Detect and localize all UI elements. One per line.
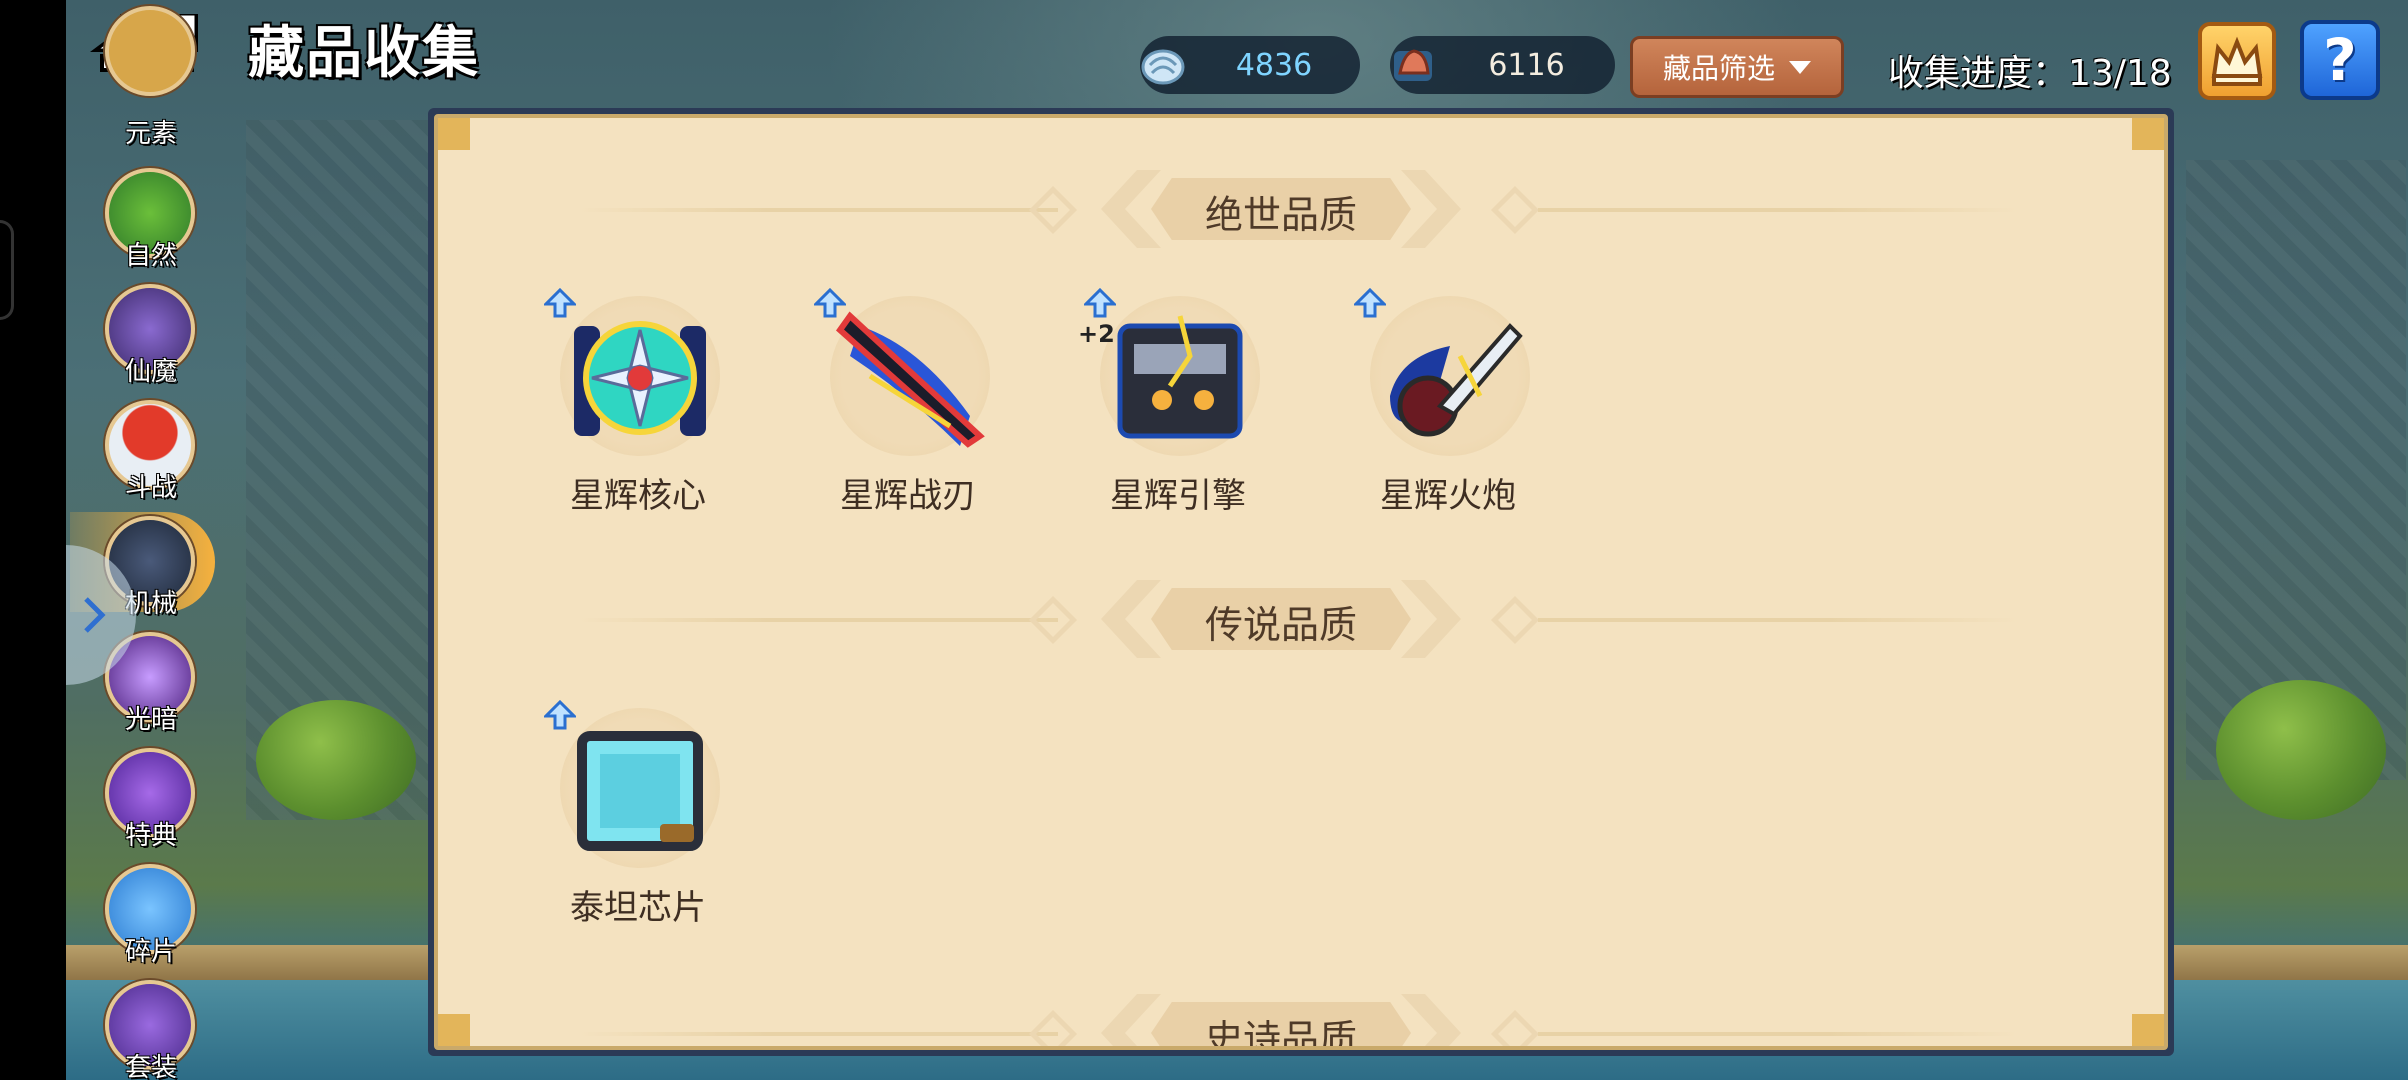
ore-currency-icon bbox=[1394, 49, 1432, 81]
item-name: 星辉引擎 bbox=[1110, 476, 1246, 516]
section-divider bbox=[1538, 208, 2018, 212]
sidebar-item-fragments[interactable]: 碎片 bbox=[103, 864, 199, 967]
sidebar-item-sets[interactable]: 套装 bbox=[103, 980, 199, 1080]
filter-label: 藏品筛选 bbox=[1662, 52, 1775, 85]
collection-progress: 收集进度：13/18 bbox=[1888, 53, 2172, 94]
upgrade-arrow-icon bbox=[814, 288, 846, 318]
collection-item[interactable]: 星辉火炮 bbox=[1348, 288, 1548, 518]
sidebar-item-label: 光暗 bbox=[124, 705, 177, 735]
panel-corner bbox=[2132, 118, 2164, 150]
section-divider bbox=[578, 618, 1058, 622]
section-title-peerless: 绝世品质 bbox=[1101, 170, 1461, 248]
collection-filter-dropdown[interactable]: 藏品筛选 bbox=[1630, 36, 1844, 98]
section-title-legendary: 传说品质 bbox=[1101, 580, 1461, 658]
sidebar-item-special[interactable]: 特典 bbox=[103, 748, 199, 851]
section-title-label: 史诗品质 bbox=[1204, 1017, 1357, 1050]
upgrade-arrow-icon bbox=[544, 700, 576, 730]
item-name: 星辉火炮 bbox=[1380, 476, 1516, 516]
panel-corner bbox=[438, 118, 470, 150]
sidebar-item-nature[interactable]: 自然 bbox=[103, 168, 199, 271]
sidebar-item-label: 碎片 bbox=[124, 937, 177, 967]
collection-item[interactable]: +2 星辉引擎 bbox=[1078, 288, 1278, 518]
section-title-epic: 史诗品质 bbox=[1101, 994, 1461, 1050]
sidebar-item-label: 自然 bbox=[124, 241, 177, 271]
sidebar-item-label: 特典 bbox=[124, 821, 177, 851]
sidebar-item-immortal-demon[interactable]: 仙魔 bbox=[103, 284, 199, 387]
sidebar-item-label: 元素 bbox=[124, 119, 177, 149]
collection-item[interactable]: 泰坦芯片 bbox=[538, 700, 738, 930]
ore-currency-value: 6116 bbox=[1488, 47, 1565, 83]
element-icon bbox=[105, 6, 195, 96]
divider-diamond bbox=[1028, 595, 1078, 645]
panel-corner bbox=[2132, 1014, 2164, 1046]
divider-diamond bbox=[1490, 595, 1540, 645]
divider-diamond bbox=[1490, 185, 1540, 235]
collection-panel: 绝世品质 星辉核心 星辉战刃 +2 星辉引擎 星辉火炮 传说品质 泰坦芯片 史诗… bbox=[428, 108, 2174, 1056]
screen-edge bbox=[0, 0, 66, 1080]
sidebar-item-label: 仙魔 bbox=[124, 357, 177, 387]
currency-display-shell: 4836 bbox=[1140, 36, 1360, 94]
section-divider bbox=[1538, 1032, 2018, 1036]
upgrade-arrow-icon bbox=[1084, 288, 1116, 318]
crown-reward-button[interactable] bbox=[2198, 22, 2276, 100]
section-title-label: 传说品质 bbox=[1204, 603, 1357, 647]
star-engine-icon bbox=[1100, 296, 1260, 456]
upgrade-arrow-icon bbox=[544, 288, 576, 318]
star-core-icon bbox=[560, 296, 720, 456]
sidebar-item-label: 斗战 bbox=[124, 473, 177, 503]
divider-diamond bbox=[1028, 185, 1078, 235]
collection-scroll-area[interactable]: 绝世品质 星辉核心 星辉战刃 +2 星辉引擎 星辉火炮 传说品质 泰坦芯片 史诗… bbox=[434, 114, 2168, 1050]
divider-diamond bbox=[1028, 1009, 1078, 1046]
help-button[interactable]: ? bbox=[2300, 20, 2380, 100]
star-cannon-icon bbox=[1370, 296, 1530, 456]
item-name: 泰坦芯片 bbox=[570, 888, 706, 928]
enhance-level-badge: +2 bbox=[1078, 320, 1115, 348]
crown-icon bbox=[2211, 36, 2263, 86]
chevron-right-icon bbox=[84, 597, 106, 633]
sidebar-item-element[interactable]: 元素 bbox=[103, 6, 199, 149]
upgrade-arrow-icon bbox=[1354, 288, 1386, 318]
sidebar-item-label: 套装 bbox=[124, 1053, 177, 1080]
item-name: 星辉核心 bbox=[570, 476, 706, 516]
star-blade-icon bbox=[830, 296, 990, 456]
dropdown-arrow-icon bbox=[1789, 60, 1811, 74]
section-divider bbox=[578, 208, 1058, 212]
section-title-label: 绝世品质 bbox=[1204, 193, 1357, 237]
collection-item[interactable]: 星辉核心 bbox=[538, 288, 738, 518]
panel-corner bbox=[438, 1014, 470, 1046]
question-mark-icon: ? bbox=[2323, 26, 2357, 94]
section-divider bbox=[1538, 618, 2018, 622]
collection-item[interactable]: 星辉战刃 bbox=[808, 288, 1008, 518]
page-title: 藏品收集 bbox=[248, 21, 480, 86]
divider-diamond bbox=[1490, 1009, 1540, 1046]
currency-display-ore: 6116 bbox=[1390, 36, 1615, 94]
item-name: 星辉战刃 bbox=[840, 476, 976, 516]
shell-currency-value: 4836 bbox=[1235, 47, 1313, 83]
sidebar-item-battle[interactable]: 斗战 bbox=[103, 400, 199, 503]
titan-chip-icon bbox=[560, 708, 720, 868]
shell-currency-icon bbox=[1141, 49, 1185, 85]
section-divider bbox=[578, 1032, 1058, 1036]
